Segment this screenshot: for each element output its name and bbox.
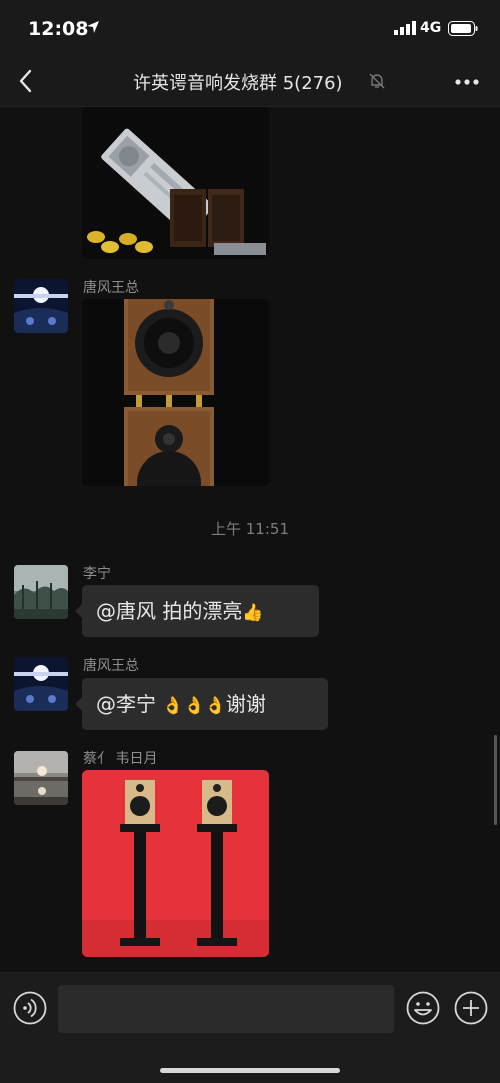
- message-input[interactable]: [58, 985, 394, 1033]
- battery-icon: [448, 21, 478, 36]
- smile-icon[interactable]: [406, 991, 440, 1025]
- sender-name: 唐风王总: [83, 280, 139, 296]
- network-type: 4G: [420, 20, 442, 36]
- avatar[interactable]: [14, 279, 68, 333]
- message-bubble[interactable]: @李宁 👌👌👌谢谢: [75, 678, 328, 730]
- sender-name: 唐风王总: [83, 658, 139, 674]
- message-text: @李宁: [96, 692, 163, 716]
- sender-name: 李宁: [83, 566, 111, 582]
- input-bar: [0, 972, 500, 1083]
- ok-hand-icon: 👌👌👌: [162, 696, 226, 716]
- bell-slash-icon: [369, 73, 385, 89]
- chevron-left-icon[interactable]: [16, 68, 38, 94]
- chat-header: 许英谔音响发烧群 5(276): [0, 58, 500, 107]
- status-bar: 12:08 4G: [0, 0, 500, 58]
- status-time: 12:08: [28, 18, 89, 40]
- chat-image-amplifier[interactable]: [82, 107, 269, 259]
- chat-image-speakers-red[interactable]: [82, 770, 269, 957]
- thumbs-up-icon: 👍: [242, 603, 264, 623]
- home-indicator[interactable]: [160, 1068, 340, 1073]
- location-arrow-icon: [87, 21, 99, 33]
- chat-image-speakers-wood[interactable]: [82, 299, 269, 486]
- chat-title: 许英谔音响发烧群 5(276): [133, 73, 343, 94]
- message-bubble[interactable]: @唐风 拍的漂亮👍: [75, 585, 319, 637]
- plus-icon[interactable]: [454, 991, 488, 1025]
- sender-name: 蔡亻 韦日月: [83, 751, 158, 767]
- voice-icon[interactable]: [13, 991, 47, 1025]
- scrollbar[interactable]: [494, 735, 497, 825]
- timestamp: 上午 11:51: [211, 520, 289, 538]
- avatar[interactable]: [14, 657, 68, 711]
- message-text-suffix: 谢谢: [225, 692, 266, 716]
- avatar[interactable]: [14, 565, 68, 619]
- ellipsis-icon[interactable]: [454, 78, 480, 86]
- message-text: @唐风 拍的漂亮: [96, 599, 243, 623]
- signal-icon: [394, 21, 416, 35]
- avatar[interactable]: [14, 751, 68, 805]
